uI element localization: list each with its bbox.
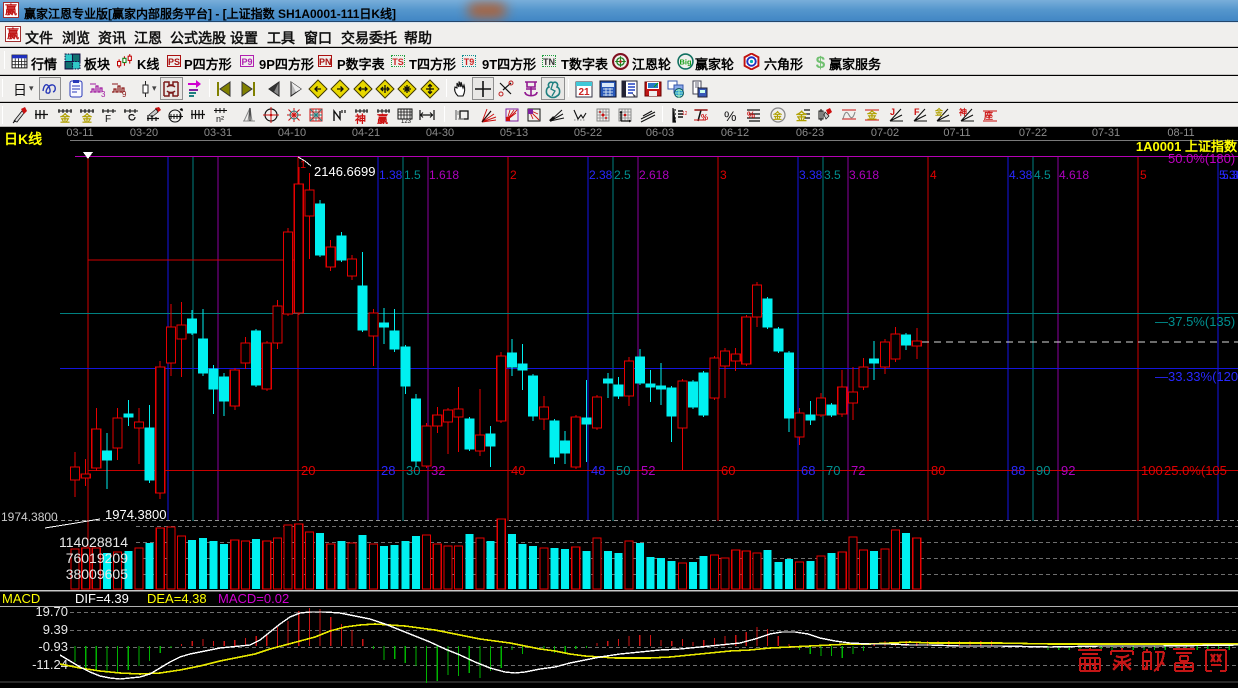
svg-text:28: 28 [381, 463, 395, 478]
svg-text:2146.6699: 2146.6699 [314, 164, 375, 179]
svg-text:32: 32 [431, 463, 445, 478]
svg-text:1.618: 1.618 [429, 168, 459, 182]
svg-text:40: 40 [511, 463, 525, 478]
svg-text:3.5: 3.5 [824, 168, 841, 182]
svg-text:4.618: 4.618 [1059, 168, 1089, 182]
svg-text:1.38: 1.38 [379, 168, 403, 182]
svg-text:F: F [105, 114, 111, 124]
svg-text:04-10: 04-10 [278, 127, 306, 139]
svg-text:38009605: 38009605 [66, 566, 129, 582]
svg-text:70: 70 [826, 463, 840, 478]
svg-text:3.38: 3.38 [799, 168, 823, 182]
svg-text:金: 金 [59, 112, 71, 124]
svg-text:金: 金 [772, 110, 783, 121]
svg-text:DEA=4.38: DEA=4.38 [147, 591, 207, 606]
svg-text:J: J [890, 107, 895, 117]
svg-text:50: 50 [616, 463, 630, 478]
svg-text:1974.3800: 1974.3800 [105, 507, 166, 522]
svg-text:9.39: 9.39 [43, 622, 68, 637]
svg-text:06-12: 06-12 [721, 127, 749, 139]
svg-text:1974.3800: 1974.3800 [1, 510, 58, 524]
svg-text:90: 90 [1036, 463, 1050, 478]
svg-text:21: 21 [578, 87, 590, 98]
svg-text:72: 72 [851, 463, 865, 478]
svg-text:88: 88 [1011, 463, 1025, 478]
svg-text:4.5: 4.5 [1034, 168, 1051, 182]
svg-text:金: 金 [81, 112, 93, 124]
svg-text:2: 2 [510, 168, 517, 182]
svg-text:06-23: 06-23 [796, 127, 824, 139]
svg-text:08-11: 08-11 [1167, 127, 1194, 139]
svg-text:—33.33%(120): —33.33%(120) [1155, 369, 1238, 384]
svg-text:4.38: 4.38 [1009, 168, 1033, 182]
svg-text:50.0%(180): 50.0%(180) [1168, 151, 1235, 166]
svg-text:5.3: 5.3 [1222, 168, 1238, 182]
svg-text:9: 9 [122, 90, 127, 99]
svg-text:03-31: 03-31 [204, 127, 232, 139]
svg-text:07-22: 07-22 [1019, 127, 1047, 139]
svg-text:$: $ [816, 53, 826, 70]
svg-text:%: % [747, 110, 755, 120]
svg-text:03-11: 03-11 [66, 127, 93, 139]
svg-text:3.618: 3.618 [849, 168, 879, 182]
svg-text:2.38: 2.38 [589, 168, 613, 182]
svg-text:2.5: 2.5 [614, 168, 631, 182]
svg-text:06-03: 06-03 [646, 127, 674, 139]
svg-text:金: 金 [866, 109, 878, 122]
svg-text:—37.5%(135): —37.5%(135) [1155, 314, 1235, 329]
svg-text:赢: 赢 [377, 112, 388, 124]
svg-text:60: 60 [721, 463, 735, 478]
svg-text:Big: Big [680, 58, 692, 67]
svg-text:07-02: 07-02 [871, 127, 899, 139]
svg-text:%: % [701, 113, 708, 122]
svg-text:神: 神 [355, 112, 366, 124]
svg-text:金: 金 [795, 109, 808, 123]
svg-text:123: 123 [401, 119, 412, 124]
svg-text:03-20: 03-20 [130, 127, 158, 139]
svg-text:25.0%(105: 25.0%(105 [1164, 463, 1227, 478]
svg-text:76019209: 76019209 [66, 550, 129, 566]
svg-text:神: 神 [959, 107, 967, 117]
svg-text:日K线: 日K线 [4, 131, 42, 147]
svg-text:20: 20 [301, 463, 315, 478]
svg-text:68: 68 [801, 463, 815, 478]
svg-text:MACD=0.02: MACD=0.02 [218, 591, 289, 606]
svg-text:48: 48 [591, 463, 605, 478]
svg-text:52: 52 [641, 463, 655, 478]
svg-text:100: 100 [1141, 463, 1163, 478]
svg-text:80: 80 [931, 463, 945, 478]
svg-text:05-22: 05-22 [574, 127, 602, 139]
svg-text:2.618: 2.618 [639, 168, 669, 182]
svg-text:1.5: 1.5 [404, 168, 421, 182]
svg-text:30: 30 [406, 463, 420, 478]
svg-text:5: 5 [1140, 168, 1147, 182]
svg-text:92: 92 [1061, 463, 1075, 478]
svg-text:3: 3 [101, 90, 106, 99]
svg-text:04-21: 04-21 [352, 127, 380, 139]
svg-text:座: 座 [983, 110, 993, 121]
svg-text:n²: n² [216, 114, 224, 124]
svg-text:114028814: 114028814 [59, 534, 128, 550]
svg-text:4: 4 [930, 168, 937, 182]
svg-text:DIF=4.39: DIF=4.39 [75, 591, 129, 606]
svg-text:-0.93: -0.93 [38, 639, 68, 654]
svg-text:07-31: 07-31 [1092, 127, 1120, 139]
svg-text:%: % [724, 108, 736, 124]
svg-text:05-13: 05-13 [500, 127, 528, 139]
svg-text:07-11: 07-11 [943, 127, 970, 139]
svg-text:F: F [914, 107, 920, 117]
svg-text:04-30: 04-30 [426, 127, 454, 139]
svg-text:19.70: 19.70 [35, 604, 68, 619]
svg-text:金: 金 [934, 107, 944, 117]
svg-text:123: 123 [682, 111, 687, 117]
svg-text:3: 3 [720, 168, 727, 182]
